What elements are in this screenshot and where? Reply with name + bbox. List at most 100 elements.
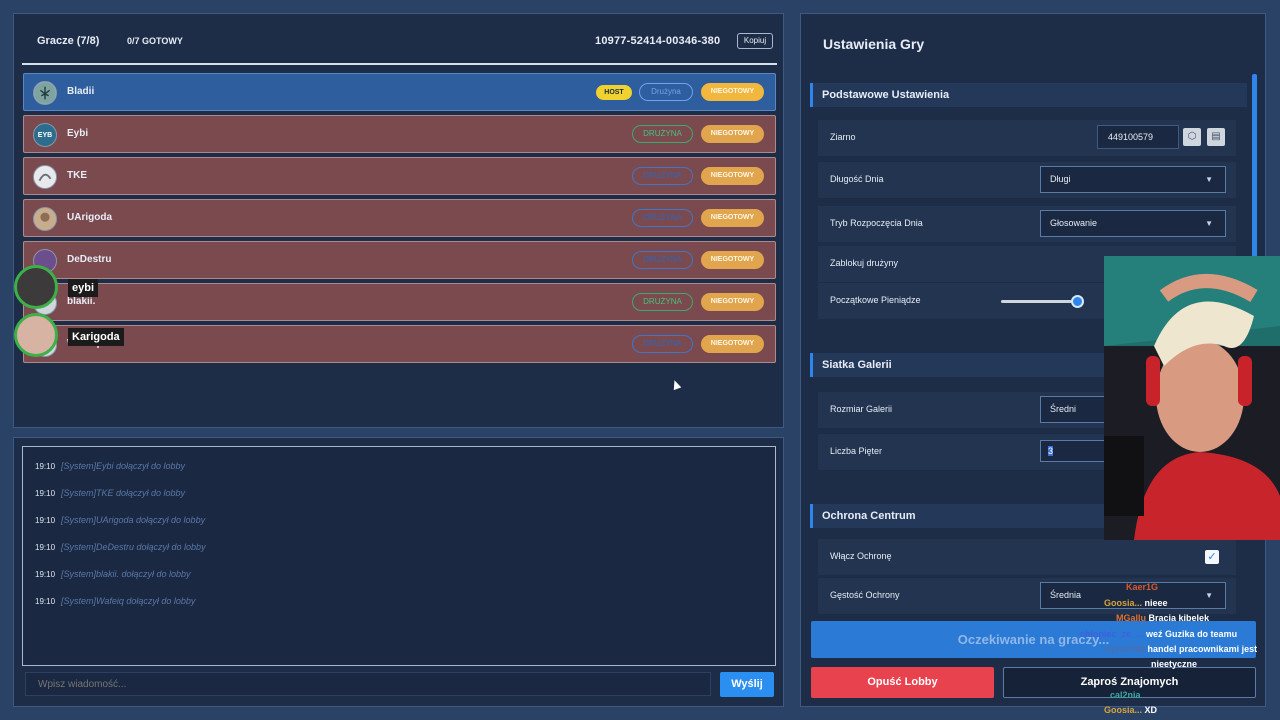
stream-chat-user: cal2nia [1110, 690, 1141, 700]
setting-day-length: Długość Dnia Długi ▼ [818, 162, 1236, 198]
dice-icon[interactable]: ⬡ [1183, 128, 1201, 146]
player-name: UArigoda [67, 212, 112, 223]
chat-message: 19:10 [System]blakii. dołączył do lobby [35, 569, 191, 579]
floors-value: 3 [1048, 446, 1054, 456]
settings-title: Ustawienia Gry [823, 36, 925, 52]
day-length-select[interactable]: Długi ▼ [1040, 166, 1226, 193]
status-badge: NIEGOTOWY [701, 83, 764, 101]
chat-message: 19:10 [System]Eybi dołączył do lobby [35, 461, 185, 471]
section-basic: Podstawowe Ustawienia [810, 83, 1247, 107]
chat-text: [System]UArigoda dołączył do lobby [61, 515, 206, 525]
team-button[interactable]: DRUŻYNA [632, 209, 693, 227]
chat-time: 19:10 [35, 597, 56, 606]
status-badge: NIEGOTOWY [701, 251, 764, 269]
leave-lobby-button[interactable]: Opuść Lobby [811, 667, 994, 698]
chat-input[interactable] [25, 672, 711, 696]
chat-panel: 19:10 [System]Eybi dołączył do lobby 19:1… [13, 437, 784, 707]
voice-avatar [14, 313, 58, 357]
chat-text: [System]TKE dołączył do lobby [61, 488, 186, 498]
setting-label: Zablokuj drużyny [830, 258, 899, 268]
avatar [33, 165, 57, 189]
player-row[interactable]: Bladii HOST Drużyna NIEGOTOWY [23, 73, 776, 111]
player-row[interactable]: TKE DRUŻYNA NIEGOTOWY [23, 157, 776, 195]
host-badge: HOST [596, 85, 632, 100]
avatar [33, 207, 57, 231]
setting-label: Ziarno [830, 132, 856, 142]
team-button[interactable]: DRUŻYNA [632, 251, 693, 269]
setting-label: Rozmiar Galerii [830, 404, 893, 414]
setting-label: Długość Dnia [830, 174, 884, 184]
chevron-down-icon: ▼ [1205, 219, 1213, 228]
player-name: TKE [67, 170, 87, 181]
stream-chat-line: cal2nia [1110, 690, 1141, 700]
avatar [33, 81, 57, 105]
player-row[interactable]: UArigoda DRUŻYNA NIEGOTOWY [23, 199, 776, 237]
stream-chat-user: Goosia... [1104, 598, 1143, 608]
setting-label: Początkowe Pieniądze [830, 295, 921, 305]
players-panel: Gracze (7/8) 0/7 GOTOWY 10977-52414-0034… [13, 13, 784, 428]
player-name: blakii. [67, 296, 96, 307]
stream-chat-user: chlopiec_ze_... [1080, 629, 1144, 639]
player-row[interactable]: EYB Eybi DRUŻYNA NIEGOTOWY [23, 115, 776, 153]
stream-chat-line: chlopiec_ze_... weź Guzika do teamu [1080, 629, 1237, 639]
setting-enable-protection: Włącz Ochronę ✓ [818, 539, 1236, 575]
chat-message: 19:10 [System]TKE dołączył do lobby [35, 488, 185, 498]
header-divider [22, 63, 777, 65]
money-slider-thumb[interactable] [1071, 295, 1084, 308]
chat-log[interactable]: 19:10 [System]Eybi dołączył do lobby 19:1… [22, 446, 776, 666]
protection-checkbox[interactable]: ✓ [1205, 550, 1219, 564]
select-value: Średni [1050, 404, 1077, 414]
status-badge: NIEGOTOWY [701, 209, 764, 227]
select-value: Długi [1050, 174, 1071, 184]
stream-chat-overlay: Kaer1G Goosia... nieee MGallu Bracia kib… [1058, 578, 1280, 720]
stream-chat-user: Kaer1G [1126, 582, 1159, 592]
players-header: Gracze (7/8) 0/7 GOTOWY 10977-52414-0034… [14, 14, 783, 66]
ready-count: 0/7 GOTOWY [127, 36, 183, 46]
setting-label: Gęstość Ochrony [830, 590, 900, 600]
team-button[interactable]: DRUŻYNA [632, 293, 693, 311]
select-value: Głosowanie [1050, 218, 1098, 228]
stream-chat-line: vipma789 handel pracownikami jest [1104, 644, 1257, 654]
status-badge: NIEGOTOWY [701, 293, 764, 311]
avatar: EYB [33, 123, 57, 147]
player-row[interactable]: blakii. DRUŻYNA NIEGOTOWY [23, 283, 776, 321]
team-button[interactable]: DRUŻYNA [632, 335, 693, 353]
chat-text: [System]DeDestru dołączył do lobby [61, 542, 206, 552]
stream-chat-line: MGallu Bracia kibelek [1116, 613, 1209, 623]
chat-message: 19:10 [System]UArigoda dołączył do lobby [35, 515, 205, 525]
player-name: Eybi [67, 128, 89, 139]
stream-chat-user: MGallu [1116, 613, 1147, 623]
chat-text: [System]Wafeiq dołączył do lobby [61, 596, 196, 606]
chat-text: [System]Eybi dołączył do lobby [61, 461, 186, 471]
stream-chat-text: nieee [1144, 598, 1168, 608]
chat-time: 19:10 [35, 543, 56, 552]
team-button[interactable]: DRUŻYNA [632, 125, 693, 143]
seed-input[interactable]: 449100579 [1097, 125, 1179, 149]
day-start-select[interactable]: Głosowanie ▼ [1040, 210, 1226, 237]
status-badge: NIEGOTOWY [701, 125, 764, 143]
voice-user-label: eybi [68, 279, 99, 297]
stream-chat-text: Bracia kibelek [1148, 613, 1210, 623]
player-name: Bladii [67, 86, 95, 97]
player-row[interactable]: Wafeiq DRUŻYNA NIEGOTOWY [23, 325, 776, 363]
player-row[interactable]: DeDestru DRUŻYNA NIEGOTOWY [23, 241, 776, 279]
voice-avatar [14, 265, 58, 309]
stream-chat-text: weź Guzika do teamu [1146, 629, 1238, 639]
stream-chat-line: nieetyczne [1151, 659, 1197, 669]
setting-label: Włącz Ochronę [830, 551, 892, 561]
voice-user-label: Karigoda [68, 328, 124, 346]
copy-icon[interactable]: ▤ [1207, 128, 1225, 146]
stream-chat-line: Goosia... nieee [1104, 598, 1168, 608]
webcam-overlay [1104, 256, 1280, 540]
send-button[interactable]: Wyślij [720, 672, 774, 697]
player-name: DeDestru [67, 254, 112, 265]
money-slider-track[interactable] [1001, 300, 1073, 303]
setting-label: Liczba Pięter [830, 446, 883, 456]
team-button[interactable]: DRUŻYNA [632, 167, 693, 185]
team-button[interactable]: Drużyna [639, 83, 693, 101]
setting-day-start: Tryb Rozpoczęcia Dnia Głosowanie ▼ [818, 206, 1236, 242]
copy-code-button[interactable]: Kopiuj [737, 33, 773, 49]
stream-chat-user: vipma789 [1104, 644, 1146, 654]
chat-time: 19:10 [35, 462, 56, 471]
chat-message: 19:10 [System]DeDestru dołączył do lobby [35, 542, 206, 552]
